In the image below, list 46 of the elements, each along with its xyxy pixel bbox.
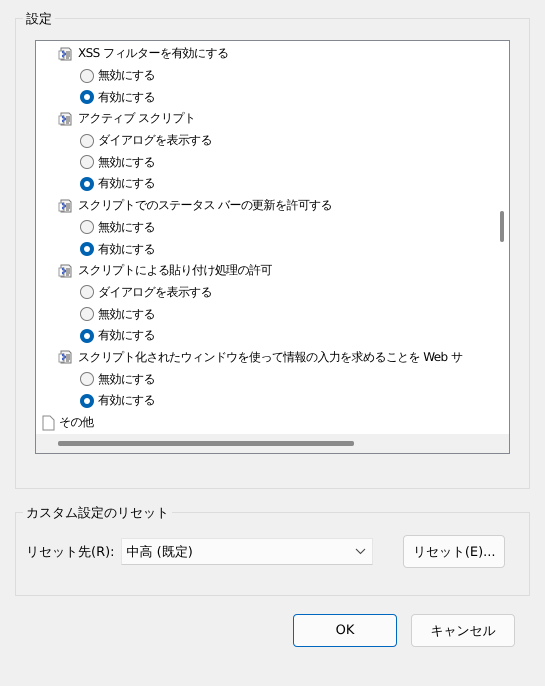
setting-label[interactable]: スクリプトでのステータス バーの更新を許可する — [78, 197, 332, 214]
radio-label[interactable]: 無効にする — [98, 370, 156, 388]
radio-button[interactable] — [80, 285, 94, 300]
radio-label[interactable]: 無効にする — [98, 218, 156, 236]
radio-button[interactable] — [80, 155, 94, 170]
setting-label[interactable]: スクリプト化されたウィンドウを使って情報の入力を求めることを Web サ — [78, 348, 462, 366]
radio-label[interactable]: 有効にする — [98, 175, 156, 192]
radio-button[interactable] — [80, 134, 94, 148]
radio-label[interactable]: 有効にする — [98, 240, 156, 258]
script-page-icon — [58, 198, 74, 214]
radio-label[interactable]: 無効にする — [98, 67, 156, 84]
group-title: 設定 — [23, 10, 55, 28]
radio-label[interactable]: ダイアログを表示する — [98, 284, 212, 301]
radio-button[interactable] — [80, 394, 94, 408]
script-page-icon — [58, 349, 74, 366]
reset-level-dropdown[interactable]: 中高 (既定) — [120, 538, 374, 565]
radio-button[interactable] — [80, 372, 94, 386]
vertical-scrollbar-thumb[interactable] — [500, 211, 504, 242]
chevron-down-icon — [355, 548, 366, 555]
reset-button[interactable]: リセット(E)... — [403, 535, 505, 568]
radio-button[interactable] — [80, 307, 94, 322]
radio-button[interactable] — [80, 328, 94, 343]
reset-level-label: リセット先(R): — [26, 544, 116, 560]
setting-label[interactable]: アクティブ スクリプト — [78, 110, 196, 128]
radio-button[interactable] — [80, 220, 94, 234]
setting-label[interactable]: スクリプトによる貼り付け処理の許可 — [78, 262, 272, 280]
radio-button[interactable] — [80, 176, 94, 191]
script-page-icon — [58, 262, 74, 279]
radio-label[interactable]: 有効にする — [98, 88, 156, 106]
radio-button[interactable] — [80, 68, 94, 83]
radio-label[interactable]: 無効にする — [98, 154, 156, 171]
radio-label[interactable]: 有効にする — [98, 392, 156, 410]
radio-button[interactable] — [80, 242, 94, 256]
script-page-icon — [58, 110, 74, 127]
page-icon — [42, 414, 55, 431]
ok-button[interactable]: OK — [293, 614, 397, 647]
group-title: カスタム設定のリセット — [23, 504, 172, 522]
radio-button[interactable] — [80, 90, 94, 104]
radio-label[interactable]: ダイアログを表示する — [98, 132, 212, 150]
horizontal-scrollbar-thumb[interactable] — [58, 441, 354, 446]
radio-label[interactable]: 有効にする — [98, 327, 156, 344]
setting-label[interactable]: XSS フィルターを有効にする — [78, 45, 228, 62]
cancel-button[interactable]: キャンセル — [411, 614, 515, 647]
script-page-icon — [58, 46, 74, 62]
radio-label[interactable]: 無効にする — [98, 306, 156, 323]
category-label[interactable]: その他 — [59, 414, 94, 432]
